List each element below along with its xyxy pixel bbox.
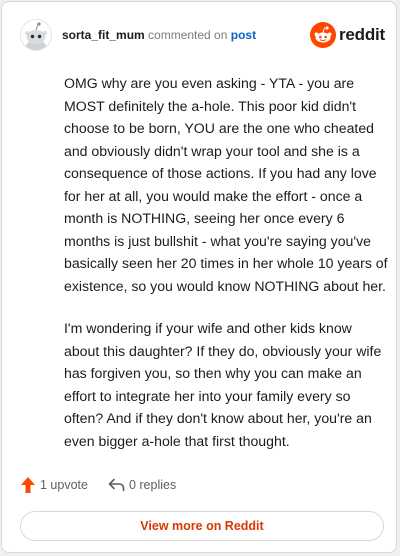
- upvote-count: 1 upvote: [40, 478, 88, 492]
- replies-button[interactable]: 0 replies: [108, 478, 176, 492]
- post-link[interactable]: post: [231, 28, 256, 42]
- username[interactable]: sorta_fit_mum: [62, 28, 145, 42]
- view-more-button[interactable]: View more on Reddit: [20, 511, 384, 541]
- reddit-wordmark: reddit: [338, 25, 385, 44]
- commented-on-text: commented on: [148, 28, 228, 42]
- comment-paragraph: I'm wondering if your wife and other kid…: [64, 320, 382, 449]
- snoo-avatar-icon[interactable]: [20, 19, 52, 51]
- comment-paragraph: OMG why are you even asking - YTA - you …: [64, 75, 388, 294]
- comment-body: OMG why are you even asking - YTA - you …: [64, 72, 390, 472]
- replies-count: 0 replies: [128, 478, 177, 492]
- comment-header: sorta_fit_mum commented on post reddit: [2, 2, 398, 68]
- reply-arrow-icon: [108, 478, 125, 492]
- upvote-button[interactable]: 1 upvote: [20, 476, 88, 494]
- comment-card: sorta_fit_mum commented on post reddit O…: [1, 1, 397, 553]
- upvote-arrow-icon: [21, 477, 35, 493]
- reddit-snoo-icon: [309, 22, 336, 48]
- comment-actions: 1 upvote 0 replies: [20, 475, 176, 495]
- reddit-logo[interactable]: reddit: [309, 22, 385, 48]
- comment-meta: sorta_fit_mum commented on post: [62, 28, 256, 42]
